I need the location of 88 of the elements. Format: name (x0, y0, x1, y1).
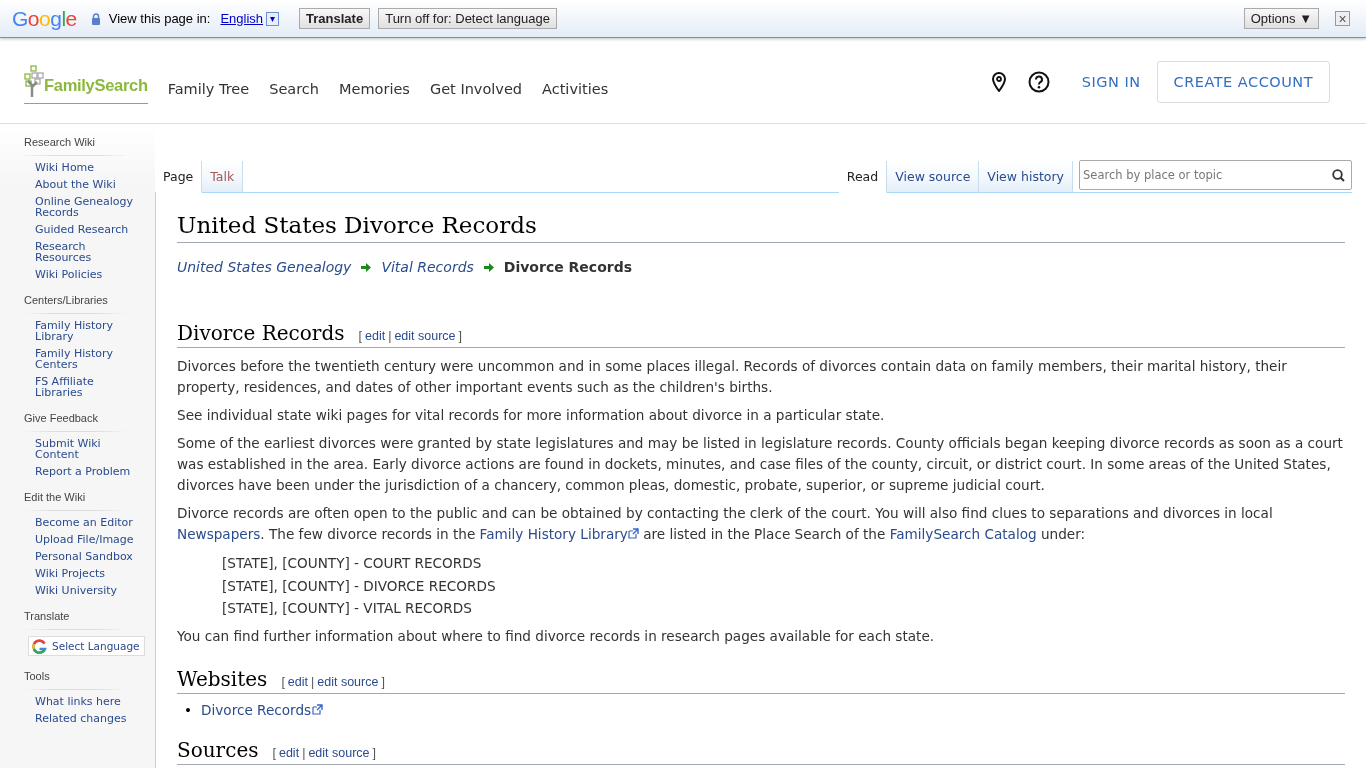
create-account-button[interactable]: CREATE ACCOUNT (1156, 60, 1330, 103)
external-link-icon (312, 704, 324, 715)
sidebar-link[interactable]: Submit Wiki Content (35, 438, 135, 460)
bullet: • (184, 701, 193, 718)
sidebar-link[interactable]: Related changes (35, 713, 135, 724)
translate-button[interactable]: Translate (299, 8, 371, 29)
google-g-icon (32, 638, 47, 654)
view-tab[interactable]: View source (887, 161, 980, 193)
bracket: ] (372, 745, 376, 760)
separator: | (302, 745, 306, 760)
paragraph: Some of the earliest divorces were granted by state legislatures and may be listed in legislature records. County officials began keeping divorce records as soon as a court was established in the area. Early divorce actions are found in dockets, minutes, and case files of the county, circuit, or district court. In some areas of the United States, divorces have been under the jurisdiction of a chancery, common pleas, domestic, probate, superior, or supreme judicial court. (177, 434, 1344, 495)
separator: | (388, 329, 392, 343)
bracket: [ (281, 674, 285, 689)
language-link[interactable]: English (220, 11, 264, 26)
paragraph: See individual state wiki pages for vital records for more information about divorce in a particular state. (177, 406, 886, 425)
tree-logo-icon (24, 65, 44, 97)
sidebar-heading: Tools (24, 670, 126, 690)
edit-link[interactable]: edit source (308, 745, 370, 760)
sidebar-link[interactable]: Online Genealogy Records (35, 196, 135, 218)
sidebar-link[interactable]: Wiki Home (35, 162, 135, 173)
prompt-text: View this page in: (108, 11, 211, 26)
sidebar-link[interactable]: Wiki Policies (35, 269, 135, 280)
sidebar-link[interactable]: Wiki Projects (35, 568, 135, 579)
nav-link[interactable]: Family Tree (167, 80, 250, 97)
bracket: [ (272, 745, 276, 760)
sidebar-link[interactable]: Wiki University (35, 585, 135, 596)
turn-off-button[interactable]: Turn off for: Detect language (378, 8, 557, 29)
google-logo: Google (12, 6, 77, 31)
text-link[interactable]: Family History Library (479, 526, 639, 542)
record-category: [STATE], [COUNTY] - COURT RECORDS (222, 554, 483, 573)
page-title: United States Divorce Records (177, 212, 1345, 243)
section-heading: Websites (177, 666, 268, 691)
section-heading: Sources (177, 737, 259, 762)
sidebar-link[interactable]: Become an Editor (35, 517, 135, 528)
nav-link[interactable]: Activities (542, 80, 609, 97)
language-dropdown[interactable]: ▾ (266, 11, 280, 26)
sidebar-link[interactable]: What links here (35, 696, 135, 707)
sidebar-link[interactable]: Family History Library (35, 320, 135, 342)
sidebar-link[interactable]: Research Resources (35, 241, 135, 263)
arrow-right-icon (482, 261, 495, 273)
view-tab[interactable]: View history (979, 161, 1073, 193)
bracket: ] (381, 674, 385, 689)
close-button[interactable]: × (1335, 11, 1350, 26)
record-category: [STATE], [COUNTY] - DIVORCE RECORDS (222, 576, 497, 596)
breadcrumb-link[interactable]: United States Genealogy (177, 259, 352, 275)
nav-link[interactable]: Get Involved (429, 80, 523, 97)
paragraph: Divorce records are often open to the public and can be obtained by contacting the clerk of the court. You will also find clues to separations and divorces in local Newspapers. The few divorce records in the Family History Library are listed in the Place Search of the FamilySearch Catalog under: (177, 504, 1274, 544)
sidebar-link[interactable]: Upload File/Image (35, 534, 135, 545)
edit-link[interactable]: edit source (317, 674, 379, 689)
sidebar-link[interactable]: FS Affiliate Libraries (35, 376, 135, 398)
options-button[interactable]: Options ▼ (1243, 8, 1319, 29)
sidebar-heading: Edit the Wiki (24, 491, 126, 511)
page-tab[interactable]: Talk (202, 161, 244, 193)
external-link[interactable]: Divorce Records (201, 701, 324, 718)
external-link-icon (627, 528, 639, 539)
sidebar-link[interactable]: Report a Problem (35, 466, 135, 477)
help-icon[interactable] (1027, 70, 1050, 93)
breadcrumb-current: Divorce Records (503, 259, 632, 275)
separator: | (311, 674, 315, 689)
sign-in-link[interactable]: SIGN IN (1081, 73, 1141, 90)
search-field[interactable]: Search by place or topic (1079, 160, 1352, 190)
sidebar-heading: Give Feedback (24, 412, 126, 432)
breadcrumb-link[interactable]: Vital Records (381, 259, 474, 275)
bracket: [ (358, 329, 362, 343)
arrow-right-icon (360, 261, 373, 273)
paragraph: You can find further information about where to find divorce records in research pages available for each state. (177, 626, 936, 646)
edit-link[interactable]: edit source (394, 329, 456, 343)
lock-icon (90, 12, 101, 25)
sidebar-link[interactable]: Family History Centers (35, 348, 135, 370)
sidebar-link[interactable]: Personal Sandbox (35, 551, 135, 562)
text-link[interactable]: FamilySearch Catalog (889, 526, 1037, 542)
record-category: [STATE], [COUNTY] - VITAL RECORDS (222, 599, 473, 618)
section-heading: Divorce Records (177, 321, 345, 345)
language-selector[interactable]: Select Language (28, 636, 145, 656)
bracket: ] (458, 329, 463, 343)
edit-link[interactable]: edit (287, 674, 308, 689)
sidebar-link[interactable]: About the Wiki (35, 179, 135, 190)
search-icon[interactable] (1332, 169, 1345, 182)
sidebar-heading: Centers/Libraries (24, 294, 126, 314)
location-pin-icon[interactable] (991, 71, 1006, 92)
sidebar-heading: Research Wiki (24, 136, 126, 156)
edit-link[interactable]: edit (278, 745, 300, 760)
nav-link[interactable]: Memories (339, 80, 410, 97)
edit-link[interactable]: edit (365, 329, 386, 343)
sidebar-link[interactable]: Guided Research (35, 224, 135, 235)
nav-link[interactable]: Search (269, 80, 320, 97)
paragraph: Divorces before the twentieth century were uncommon and in some places illegal. Records of divorces contain data on family members, their marital history, their property, residences, and dates of other important events such as the children's births. (177, 357, 1288, 397)
sidebar-heading: Translate (24, 610, 126, 630)
